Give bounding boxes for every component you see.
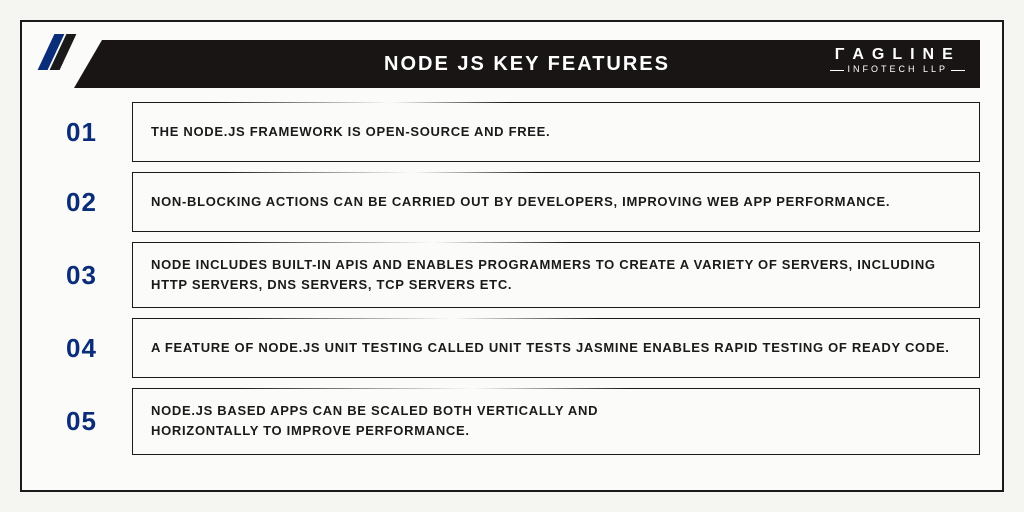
brand-logo: ΓAGLINE INFOTECH LLP [827,46,968,75]
list-item: 04 A FEATURE OF NODE.JS UNIT TESTING CAL… [58,318,980,378]
item-number: 05 [58,388,132,454]
page-title: NODE JS KEY FEATURES [384,53,670,76]
list-item: 02 NON-BLOCKING ACTIONS CAN BE CARRIED O… [58,172,980,232]
item-text: NODE.JS BASED APPS CAN BE SCALED BOTH VE… [151,401,671,441]
item-number: 04 [58,318,132,378]
item-box: NODE.JS BASED APPS CAN BE SCALED BOTH VE… [132,388,980,454]
infographic-frame: NODE JS KEY FEATURES ΓAGLINE INFOTECH LL… [20,20,1004,492]
item-number: 02 [58,172,132,232]
item-text: NODE INCLUDES BUILT-IN APIS AND ENABLES … [151,255,961,295]
brand-name: ΓAGLINE [827,46,968,64]
brand-subtitle: INFOTECH LLP [827,64,968,74]
accent-slashes-icon [46,34,68,70]
item-text: THE NODE.JS FRAMEWORK IS OPEN-SOURCE AND… [151,122,550,142]
feature-list: 01 THE NODE.JS FRAMEWORK IS OPEN-SOURCE … [44,102,980,455]
item-box: A FEATURE OF NODE.JS UNIT TESTING CALLED… [132,318,980,378]
header-row: NODE JS KEY FEATURES ΓAGLINE INFOTECH LL… [44,40,980,88]
item-text: NON-BLOCKING ACTIONS CAN BE CARRIED OUT … [151,192,890,212]
item-box: NON-BLOCKING ACTIONS CAN BE CARRIED OUT … [132,172,980,232]
item-box: THE NODE.JS FRAMEWORK IS OPEN-SOURCE AND… [132,102,980,162]
item-box: NODE INCLUDES BUILT-IN APIS AND ENABLES … [132,242,980,308]
list-item: 03 NODE INCLUDES BUILT-IN APIS AND ENABL… [58,242,980,308]
list-item: 01 THE NODE.JS FRAMEWORK IS OPEN-SOURCE … [58,102,980,162]
title-bar: NODE JS KEY FEATURES ΓAGLINE INFOTECH LL… [74,40,980,88]
list-item: 05 NODE.JS BASED APPS CAN BE SCALED BOTH… [58,388,980,454]
item-number: 01 [58,102,132,162]
item-number: 03 [58,242,132,308]
item-text: A FEATURE OF NODE.JS UNIT TESTING CALLED… [151,338,950,358]
